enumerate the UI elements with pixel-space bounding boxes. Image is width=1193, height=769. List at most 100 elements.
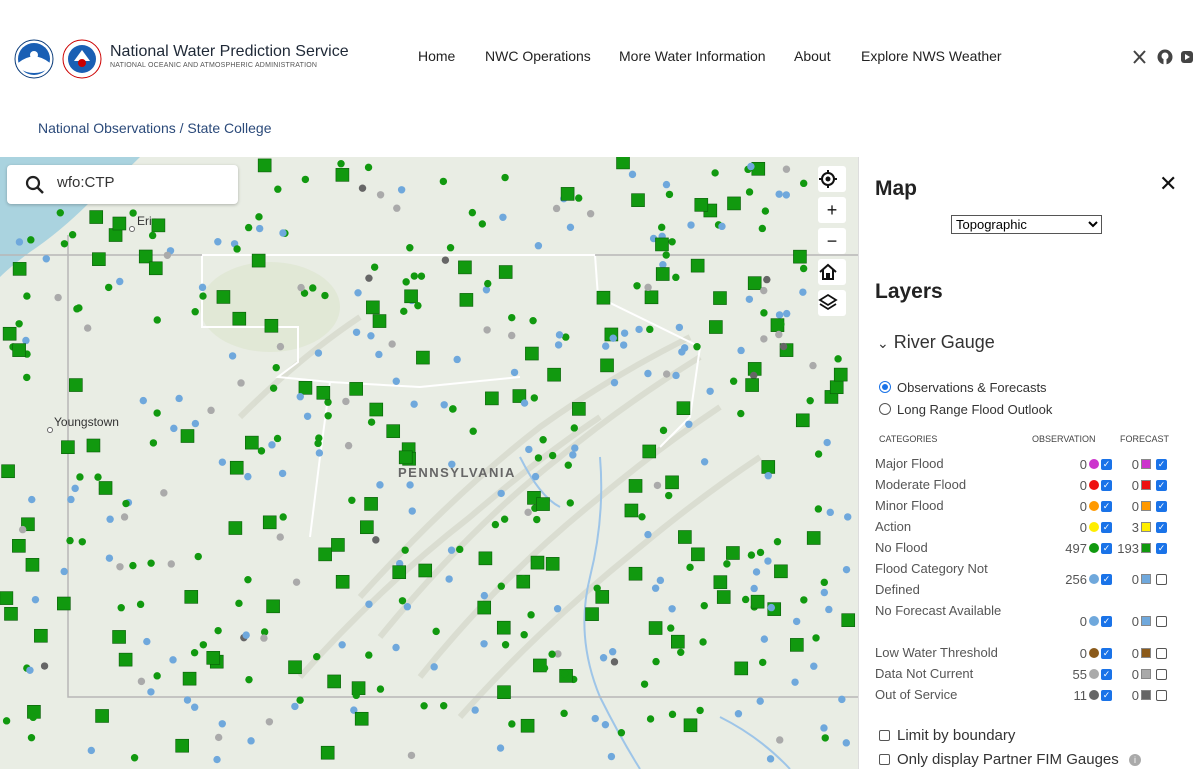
forecast-gauge-marker[interactable] [1, 464, 15, 479]
observation-gauge-marker[interactable] [745, 295, 754, 303]
observation-gauge-marker[interactable] [244, 472, 252, 481]
forecast-gauge-marker[interactable] [364, 497, 378, 511]
observation-gauge-marker[interactable] [508, 313, 516, 322]
observation-gauge-marker[interactable] [104, 283, 113, 292]
forecast-gauge-marker[interactable] [655, 267, 670, 281]
observation-gauge-marker[interactable] [309, 284, 317, 292]
search-icon[interactable] [25, 175, 45, 195]
observation-gauge-marker[interactable] [153, 316, 161, 324]
observation-gauge-marker[interactable] [662, 180, 671, 189]
forecast-gauge-marker[interactable] [790, 638, 804, 652]
info-icon[interactable]: i [1128, 754, 1141, 766]
observation-gauge-marker[interactable] [417, 272, 426, 280]
observation-gauge-marker[interactable] [662, 251, 670, 259]
forecast-gauge-marker[interactable] [496, 620, 511, 635]
observation-gauge-marker[interactable] [610, 378, 619, 387]
radio-long-range-flood-outlook[interactable]: Long Range Flood Outlook [879, 402, 1052, 417]
observation-gauge-marker[interactable] [365, 651, 373, 659]
observation-gauge-marker[interactable] [766, 755, 775, 763]
observation-gauge-marker[interactable] [170, 424, 178, 433]
observation-gauge-marker[interactable] [665, 491, 673, 500]
observation-gauge-marker[interactable] [136, 600, 145, 609]
observation-gauge-marker[interactable] [22, 336, 30, 345]
observation-gauge-marker[interactable] [799, 179, 808, 188]
forecast-gauge-marker[interactable] [175, 738, 189, 753]
observation-gauge-marker[interactable] [207, 406, 215, 415]
observation-gauge-marker[interactable] [31, 595, 40, 604]
observation-gauge-marker[interactable] [782, 165, 791, 173]
observation-gauge-marker[interactable] [410, 272, 419, 280]
observation-gauge-marker[interactable] [367, 418, 376, 426]
observation-gauge-marker[interactable] [445, 575, 453, 583]
zoom-out-button[interactable]: − [818, 228, 846, 254]
noaa-nws-logo[interactable] [14, 38, 106, 80]
search-input[interactable] [57, 174, 227, 191]
observation-gauge-marker[interactable] [469, 427, 477, 435]
observation-gauge-marker[interactable] [540, 664, 549, 672]
observation-gauge-marker[interactable] [560, 670, 569, 678]
observation-gauge-marker[interactable] [228, 352, 237, 360]
radio-observations-forecasts[interactable]: Observations & Forecasts [879, 380, 1047, 395]
observation-gauge-marker[interactable] [78, 538, 86, 546]
observation-gauge-marker[interactable] [279, 513, 287, 521]
observation-gauge-marker[interactable] [214, 238, 222, 246]
observation-gauge-marker[interactable] [397, 186, 406, 194]
forecast-gauge-marker[interactable] [806, 531, 821, 545]
zoom-in-button[interactable]: + [818, 197, 846, 223]
observation-gauge-marker[interactable] [60, 240, 69, 248]
forecast-gauge-marker[interactable] [118, 652, 133, 667]
forecast-gauge-marker[interactable] [25, 558, 40, 572]
observation-gauge-marker[interactable] [814, 505, 823, 513]
forecast-gauge-marker[interactable] [458, 260, 472, 275]
forecast-gauge-marker[interactable] [727, 196, 741, 211]
nav-home[interactable]: Home [418, 48, 455, 64]
observation-gauge-marker[interactable] [554, 341, 563, 349]
observation-gauge-marker[interactable] [761, 207, 770, 215]
observation-gauge-marker[interactable] [575, 194, 583, 202]
observation-gauge-marker[interactable] [245, 675, 253, 684]
observation-gauge-marker[interactable] [729, 377, 738, 385]
forecast-gauge-marker[interactable] [596, 290, 611, 305]
observation-gauge-marker[interactable] [56, 209, 64, 217]
observation-gauge-marker[interactable] [26, 666, 34, 674]
forecast-gauge-marker[interactable] [61, 440, 75, 455]
forecast-gauge-marker[interactable] [793, 249, 807, 264]
forecast-gauge-marker[interactable] [366, 300, 380, 315]
forecast-gauge-marker[interactable] [331, 538, 345, 552]
observation-gauge-marker[interactable] [233, 245, 241, 253]
forecast-gauge-marker[interactable] [624, 503, 639, 518]
forecast-gauge-marker[interactable] [628, 566, 643, 581]
forecast-gauge-marker[interactable] [404, 289, 418, 304]
observation-gauge-marker[interactable] [321, 291, 329, 300]
forecast-gauge-marker[interactable] [398, 450, 413, 465]
forecast-checkbox[interactable]: ✓ [1156, 543, 1167, 554]
observation-gauge-marker[interactable] [116, 277, 124, 286]
observation-gauge-marker[interactable] [823, 438, 831, 447]
forecast-gauge-marker[interactable] [585, 607, 599, 621]
forecast-gauge-marker[interactable] [665, 475, 679, 490]
observation-gauge-marker[interactable] [406, 244, 414, 252]
observation-gauge-marker[interactable] [364, 163, 373, 172]
observation-gauge-marker[interactable] [734, 710, 743, 718]
observation-gauge-marker[interactable] [148, 231, 157, 240]
observation-gauge-marker[interactable] [677, 648, 685, 657]
observation-gauge-marker[interactable] [555, 331, 564, 339]
observation-gauge-marker[interactable] [354, 289, 362, 297]
observation-gauge-marker[interactable] [398, 597, 407, 605]
observation-gauge-marker[interactable] [601, 720, 610, 729]
observation-gauge-marker[interactable] [130, 754, 139, 762]
observation-gauge-marker[interactable] [76, 473, 84, 481]
observation-gauge-marker[interactable] [40, 662, 49, 670]
observation-gauge-marker[interactable] [303, 412, 312, 420]
observation-gauge-marker[interactable] [799, 288, 807, 296]
observation-gauge-marker[interactable] [342, 397, 350, 406]
observation-gauge-marker[interactable] [15, 238, 24, 246]
observation-gauge-marker[interactable] [406, 481, 414, 489]
observation-gauge-marker[interactable] [826, 508, 834, 517]
observation-gauge-marker[interactable] [566, 499, 574, 507]
observation-gauge-marker[interactable] [18, 525, 27, 534]
observation-gauge-marker[interactable] [775, 311, 784, 319]
observation-gauge-marker[interactable] [779, 342, 788, 351]
observation-gauge-marker[interactable] [199, 292, 207, 300]
forecast-gauge-marker[interactable] [829, 380, 844, 395]
